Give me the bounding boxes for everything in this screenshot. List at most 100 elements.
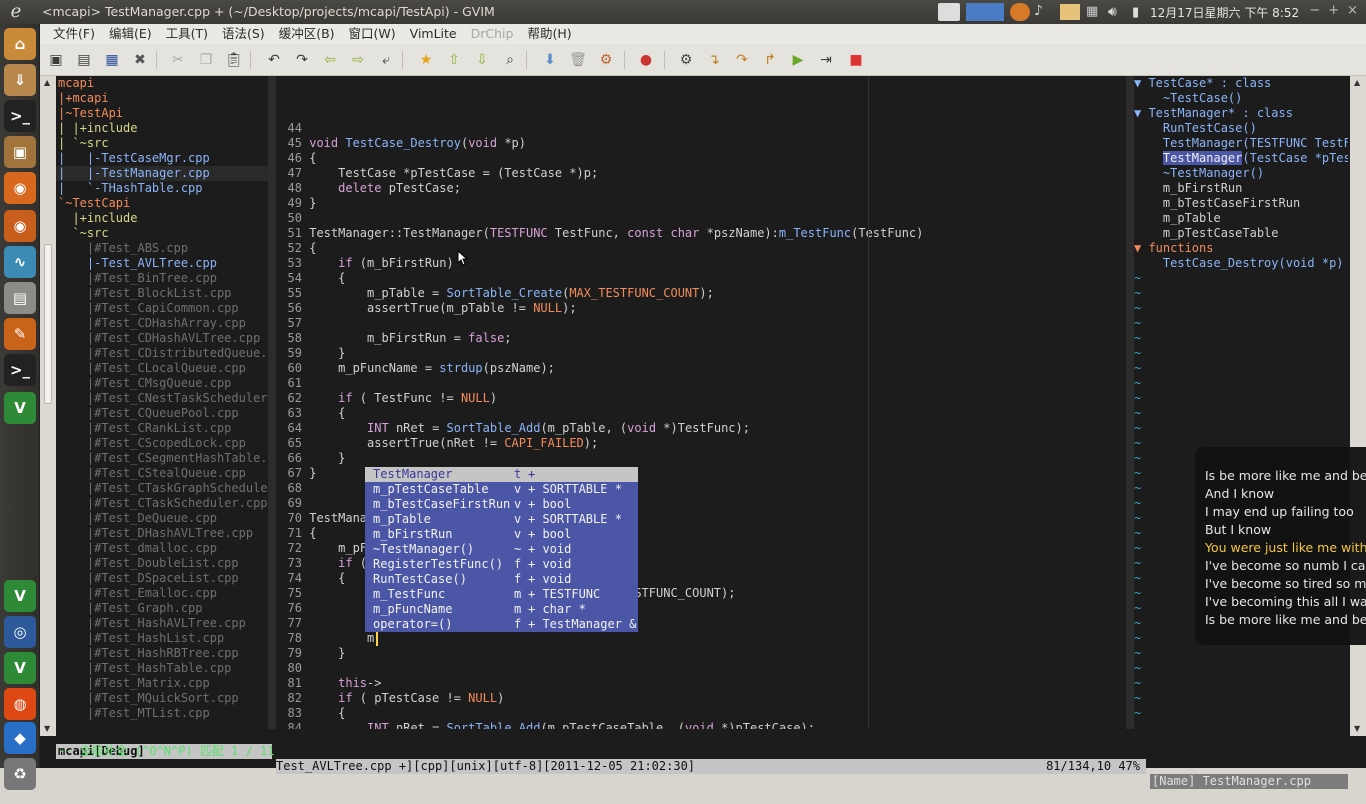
- code-line[interactable]: 46 {: [276, 151, 1132, 166]
- tree-node[interactable]: |~TestApi: [56, 106, 268, 121]
- code-line[interactable]: 50: [276, 211, 1132, 226]
- firefox-alt-icon[interactable]: ◉: [4, 210, 36, 242]
- tree-node[interactable]: |#Test_HashList.cpp: [56, 631, 268, 646]
- tree-node[interactable]: |#Test_CMsgQueue.cpp: [56, 376, 268, 391]
- globe-icon[interactable]: ◎: [4, 616, 36, 648]
- tree-node[interactable]: |#Test_DeQueue.cpp: [56, 511, 268, 526]
- completion-item[interactable]: m_bTestCaseFirstRun v + bool: [365, 497, 638, 512]
- tree-node[interactable]: |#Test_CDHashArray.cpp: [56, 316, 268, 331]
- close-buffer-icon[interactable]: ✖: [130, 50, 150, 70]
- redo-icon[interactable]: ↷: [292, 50, 312, 70]
- paste-icon[interactable]: 📋︎: [224, 50, 244, 70]
- taglist-item[interactable]: TestCase_Destroy(void *p): [1134, 256, 1348, 271]
- taglist-item[interactable]: ▼ TestManager* : class: [1134, 106, 1348, 121]
- blocks-icon[interactable]: ◆: [4, 722, 36, 754]
- code-line[interactable]: 62 if ( TestFunc != NULL): [276, 391, 1132, 406]
- tree-node[interactable]: |#Test_DoubleList.cpp: [56, 556, 268, 571]
- package-icon[interactable]: ▣: [4, 136, 36, 168]
- taglist-item[interactable]: RunTestCase(): [1134, 121, 1348, 136]
- tree-node[interactable]: |#Test_CDistributedQueue.c: [56, 346, 268, 361]
- tree-node[interactable]: mcapi: [56, 76, 268, 91]
- back-icon[interactable]: ⇦: [320, 50, 340, 70]
- tree-node[interactable]: |#Test_CRankList.cpp: [56, 421, 268, 436]
- save-icon[interactable]: ▦: [102, 50, 122, 70]
- import-icon[interactable]: ⬇: [540, 50, 560, 70]
- tree-node[interactable]: |#Test_dmalloc.cpp: [56, 541, 268, 556]
- save-session-icon[interactable]: ▤: [74, 50, 94, 70]
- code-line[interactable]: 81 this->: [276, 676, 1132, 691]
- menu-item-7[interactable]: DrChip: [464, 24, 521, 44]
- pidgin-icon[interactable]: [1010, 3, 1030, 21]
- clock[interactable]: 12月17日星期六 下午 8:52: [1150, 4, 1299, 21]
- taglist-item[interactable]: TestManager(TESTFUNC TestF: [1134, 136, 1348, 151]
- code-line[interactable]: 82 if ( pTestCase != NULL): [276, 691, 1132, 706]
- completion-item[interactable]: m_pTestCaseTable v + SORTTABLE *: [365, 482, 638, 497]
- taglist-item[interactable]: TestManager(TestCase *pTes: [1134, 151, 1348, 166]
- step-into-icon[interactable]: ↴: [704, 50, 724, 70]
- taglist-item[interactable]: m_pTestCaseTable: [1134, 226, 1348, 241]
- tree-node[interactable]: |#Test_Emalloc.cpp: [56, 586, 268, 601]
- code-line[interactable]: 59 }: [276, 346, 1132, 361]
- app-logo-icon[interactable]: ℯ: [4, 2, 28, 22]
- mail-icon[interactable]: [1060, 4, 1080, 20]
- scroll-down-right-icon[interactable]: ▼: [1354, 724, 1360, 733]
- code-line[interactable]: 53 if (m_bFirstRun): [276, 256, 1132, 271]
- code-line[interactable]: 63 {: [276, 406, 1132, 421]
- code-line[interactable]: 45 void TestCase_Destroy(void *p): [276, 136, 1132, 151]
- tree-node[interactable]: |#Test_CTaskGraphScheduler: [56, 481, 268, 496]
- code-line[interactable]: 60 m_pFuncName = strdup(pszName);: [276, 361, 1132, 376]
- code-line[interactable]: 80: [276, 661, 1132, 676]
- code-line[interactable]: 78 m: [276, 631, 1132, 646]
- forward-icon[interactable]: ⇨: [348, 50, 368, 70]
- music-icon[interactable]: ♪: [1034, 3, 1056, 21]
- prev-bookmark-icon[interactable]: ⇧: [444, 50, 464, 70]
- tree-node[interactable]: |#Test_CTaskScheduler.cpp: [56, 496, 268, 511]
- code-line[interactable]: 51 TestManager::TestManager(TESTFUNC Tes…: [276, 226, 1132, 241]
- step-out-icon[interactable]: ↱: [760, 50, 780, 70]
- completion-item[interactable]: m_pFuncName m + char *: [365, 602, 638, 617]
- signal-icon[interactable]: ▮: [1132, 5, 1146, 20]
- tree-node[interactable]: |#Test_BlockList.cpp: [56, 286, 268, 301]
- tree-node[interactable]: |#Test_MQuickSort.cpp: [56, 691, 268, 706]
- left-scrollbar[interactable]: ▲ ▼: [40, 76, 56, 736]
- step-over-icon[interactable]: ↷: [732, 50, 752, 70]
- completion-item[interactable]: operator=() f + TestManager &: [365, 617, 638, 632]
- system-monitor-icon[interactable]: ∿: [4, 246, 36, 278]
- debug-icon[interactable]: ●: [636, 50, 656, 70]
- ubuntu-icon[interactable]: ◍: [4, 688, 36, 720]
- keyboard-icon[interactable]: [938, 3, 960, 21]
- tree-node[interactable]: |#Test_DHashAVLTree.cpp: [56, 526, 268, 541]
- tree-node[interactable]: |#Test_CScopedLock.cpp: [56, 436, 268, 451]
- code-line[interactable]: 66 }: [276, 451, 1132, 466]
- dash-home-icon[interactable]: ⌂: [4, 28, 36, 60]
- code-line[interactable]: 65 assertTrue(nRet != CAPI_FAILED);: [276, 436, 1132, 451]
- file-cabinet-icon[interactable]: ▤: [4, 282, 36, 314]
- tree-node[interactable]: | `-THashTable.cpp: [56, 181, 268, 196]
- tree-node[interactable]: | |+include: [56, 121, 268, 136]
- taglist-item[interactable]: ~TestCase(): [1134, 91, 1348, 106]
- code-line[interactable]: 48 delete pTestCase;: [276, 181, 1132, 196]
- project-tree[interactable]: mcapi |+mcapi |~TestApi | |+include | `~src |…: [56, 76, 268, 729]
- firefox-icon[interactable]: ◉: [4, 172, 36, 204]
- cut-icon[interactable]: ✂: [168, 50, 188, 70]
- maximize-icon[interactable]: +: [1328, 3, 1339, 18]
- completion-item[interactable]: ~TestManager() ~ + void: [365, 542, 638, 557]
- tree-node[interactable]: `~TestCapi: [56, 196, 268, 211]
- tree-node[interactable]: | |-TestCaseMgr.cpp: [56, 151, 268, 166]
- tree-node[interactable]: |#Test_CNestTaskScheduler.: [56, 391, 268, 406]
- delete-icon[interactable]: 🗑︎: [568, 50, 588, 70]
- terminal-2-icon[interactable]: >_: [4, 354, 36, 386]
- taglist-item[interactable]: m_bFirstRun: [1134, 181, 1348, 196]
- vim-icon[interactable]: V: [4, 392, 36, 424]
- taglist-item[interactable]: ▼ TestCase* : class: [1134, 76, 1348, 91]
- menu-item-3[interactable]: 语法(S): [215, 24, 272, 44]
- menu-item-4[interactable]: 缓冲区(B): [272, 24, 342, 44]
- tree-node[interactable]: `~src: [56, 226, 268, 241]
- code-line[interactable]: 49 }: [276, 196, 1132, 211]
- open-session-icon[interactable]: ▣: [46, 50, 66, 70]
- network-icon[interactable]: ▦: [1086, 4, 1102, 20]
- code-line[interactable]: 44: [276, 121, 1132, 136]
- tree-node[interactable]: |#Test_HashRBTree.cpp: [56, 646, 268, 661]
- code-line[interactable]: 83 {: [276, 706, 1132, 721]
- trash-icon[interactable]: ♻: [4, 758, 36, 790]
